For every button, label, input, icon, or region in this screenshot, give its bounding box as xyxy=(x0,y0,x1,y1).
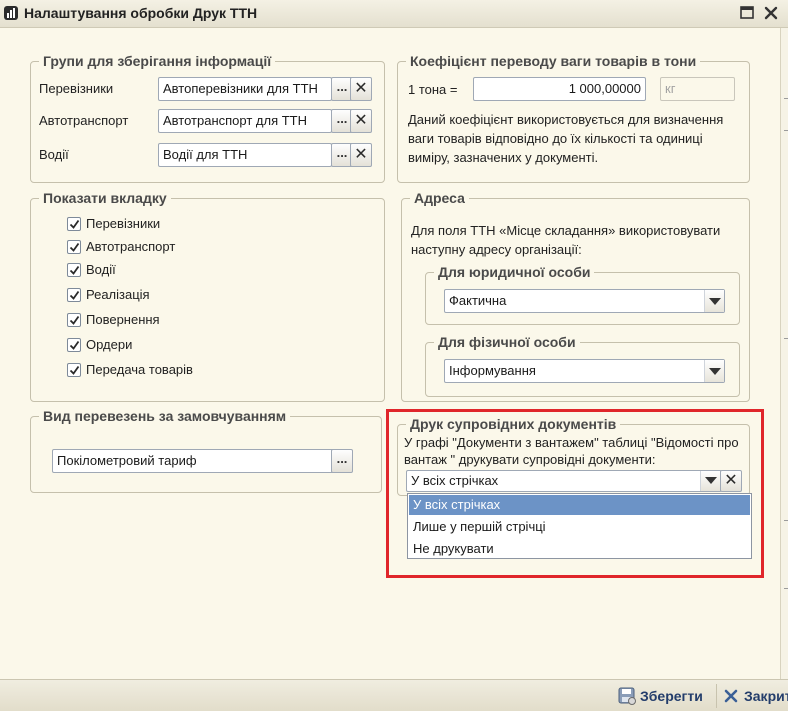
command-separator xyxy=(716,684,717,708)
weight-coefficient-input[interactable]: 1 000,00000 xyxy=(473,77,646,101)
strip-marker xyxy=(784,130,788,131)
checkbox-goods-transfer[interactable] xyxy=(67,363,81,377)
ton-equals-label: 1 тона = xyxy=(408,82,458,97)
right-scroll-strip xyxy=(780,28,788,679)
app-chart-icon xyxy=(4,6,18,20)
individual-person-legend: Для фізичної особи xyxy=(438,334,576,350)
maximize-icon xyxy=(740,6,754,19)
checkbox-vehicles-label: Автотранспорт xyxy=(86,239,176,254)
command-bar: Зберегти Закрити xyxy=(0,679,788,711)
checkmark-icon xyxy=(69,315,80,325)
legal-person-legend: Для юридичної особи xyxy=(438,264,591,280)
storage-groups-legend: Групи для зберігання інформації xyxy=(43,53,272,69)
transport-type-select-button[interactable]: ... xyxy=(331,449,353,473)
checkbox-carriers-label: Перевізники xyxy=(86,216,161,231)
checkmark-icon xyxy=(69,242,80,252)
drivers-field[interactable]: Водії для ТТН xyxy=(158,143,332,167)
checkbox-carriers[interactable] xyxy=(67,217,81,231)
checkmark-icon xyxy=(69,265,80,275)
close-window-button[interactable] xyxy=(762,4,780,22)
checkbox-goods-transfer-label: Передача товарів xyxy=(86,362,193,377)
individual-person-address-select[interactable]: Інформування xyxy=(444,359,725,383)
address-note: Для поля ТТН «Місце складання» використо… xyxy=(411,223,721,257)
strip-marker xyxy=(784,520,788,521)
checkmark-icon xyxy=(69,219,80,229)
close-icon xyxy=(764,6,778,20)
chevron-down-icon xyxy=(709,368,721,375)
address-legend: Адреса xyxy=(414,190,465,206)
vehicles-field[interactable]: Автотранспорт для ТТН xyxy=(158,109,332,133)
maximize-button[interactable] xyxy=(738,4,756,22)
chevron-down-icon xyxy=(709,298,721,305)
weight-coefficient-note: Даний коефіцієнт використовується для ви… xyxy=(408,112,724,165)
checkmark-icon xyxy=(69,290,80,300)
carriers-clear-button[interactable]: ✕ xyxy=(350,77,372,101)
checkmark-icon xyxy=(69,340,80,350)
weight-coefficient-legend: Коефіцієнт переводу ваги товарів в тони xyxy=(410,53,697,69)
legal-person-address-select[interactable]: Фактична xyxy=(444,289,725,313)
show-tabs-legend: Показати вкладку xyxy=(43,190,167,206)
checkmark-icon xyxy=(69,365,80,375)
strip-marker xyxy=(784,588,788,589)
save-button-label: Зберегти xyxy=(640,688,703,704)
vehicles-label: Автотранспорт xyxy=(39,113,129,128)
checkbox-returns[interactable] xyxy=(67,313,81,327)
checkbox-orders[interactable] xyxy=(67,338,81,352)
transport-type-field[interactable]: Покілометровий тариф xyxy=(52,449,334,473)
carriers-label: Перевізники xyxy=(39,81,114,96)
title-bar: Налаштування обробки Друк ТТН xyxy=(0,0,788,28)
checkbox-sales-label: Реалізація xyxy=(86,287,150,302)
clear-icon: ✕ xyxy=(354,80,368,97)
weight-unit-field: кг xyxy=(660,77,735,101)
checkbox-orders-label: Ордери xyxy=(86,337,133,352)
checkbox-drivers[interactable] xyxy=(67,263,81,277)
drivers-clear-button[interactable]: ✕ xyxy=(350,143,372,167)
window-title: Налаштування обробки Друк ТТН xyxy=(24,5,258,21)
transport-type-legend: Вид перевезень за замовчуванням xyxy=(43,408,287,424)
clear-icon: ✕ xyxy=(354,112,368,129)
legal-person-address-value: Фактична xyxy=(449,293,507,308)
carriers-field[interactable]: Автоперевізники для ТТН xyxy=(158,77,332,101)
strip-marker xyxy=(784,98,788,99)
save-disk-icon xyxy=(618,687,636,705)
highlight-frame xyxy=(386,409,764,578)
individual-person-dropdown-button[interactable] xyxy=(704,360,724,382)
checkbox-drivers-label: Водії xyxy=(86,262,116,277)
close-button-label: Закрити xyxy=(744,688,788,704)
checkbox-vehicles[interactable] xyxy=(67,240,81,254)
legal-person-dropdown-button[interactable] xyxy=(704,290,724,312)
drivers-label: Водії xyxy=(39,147,69,162)
clear-icon: ✕ xyxy=(354,146,368,163)
individual-person-address-value: Інформування xyxy=(449,363,536,378)
show-tabs-panel: Показати вкладку xyxy=(30,190,385,402)
close-button[interactable]: Закрити xyxy=(724,686,788,708)
checkbox-returns-label: Повернення xyxy=(86,312,160,327)
strip-marker xyxy=(784,338,788,339)
checkbox-sales[interactable] xyxy=(67,288,81,302)
vehicles-clear-button[interactable]: ✕ xyxy=(350,109,372,133)
close-icon xyxy=(724,689,738,703)
